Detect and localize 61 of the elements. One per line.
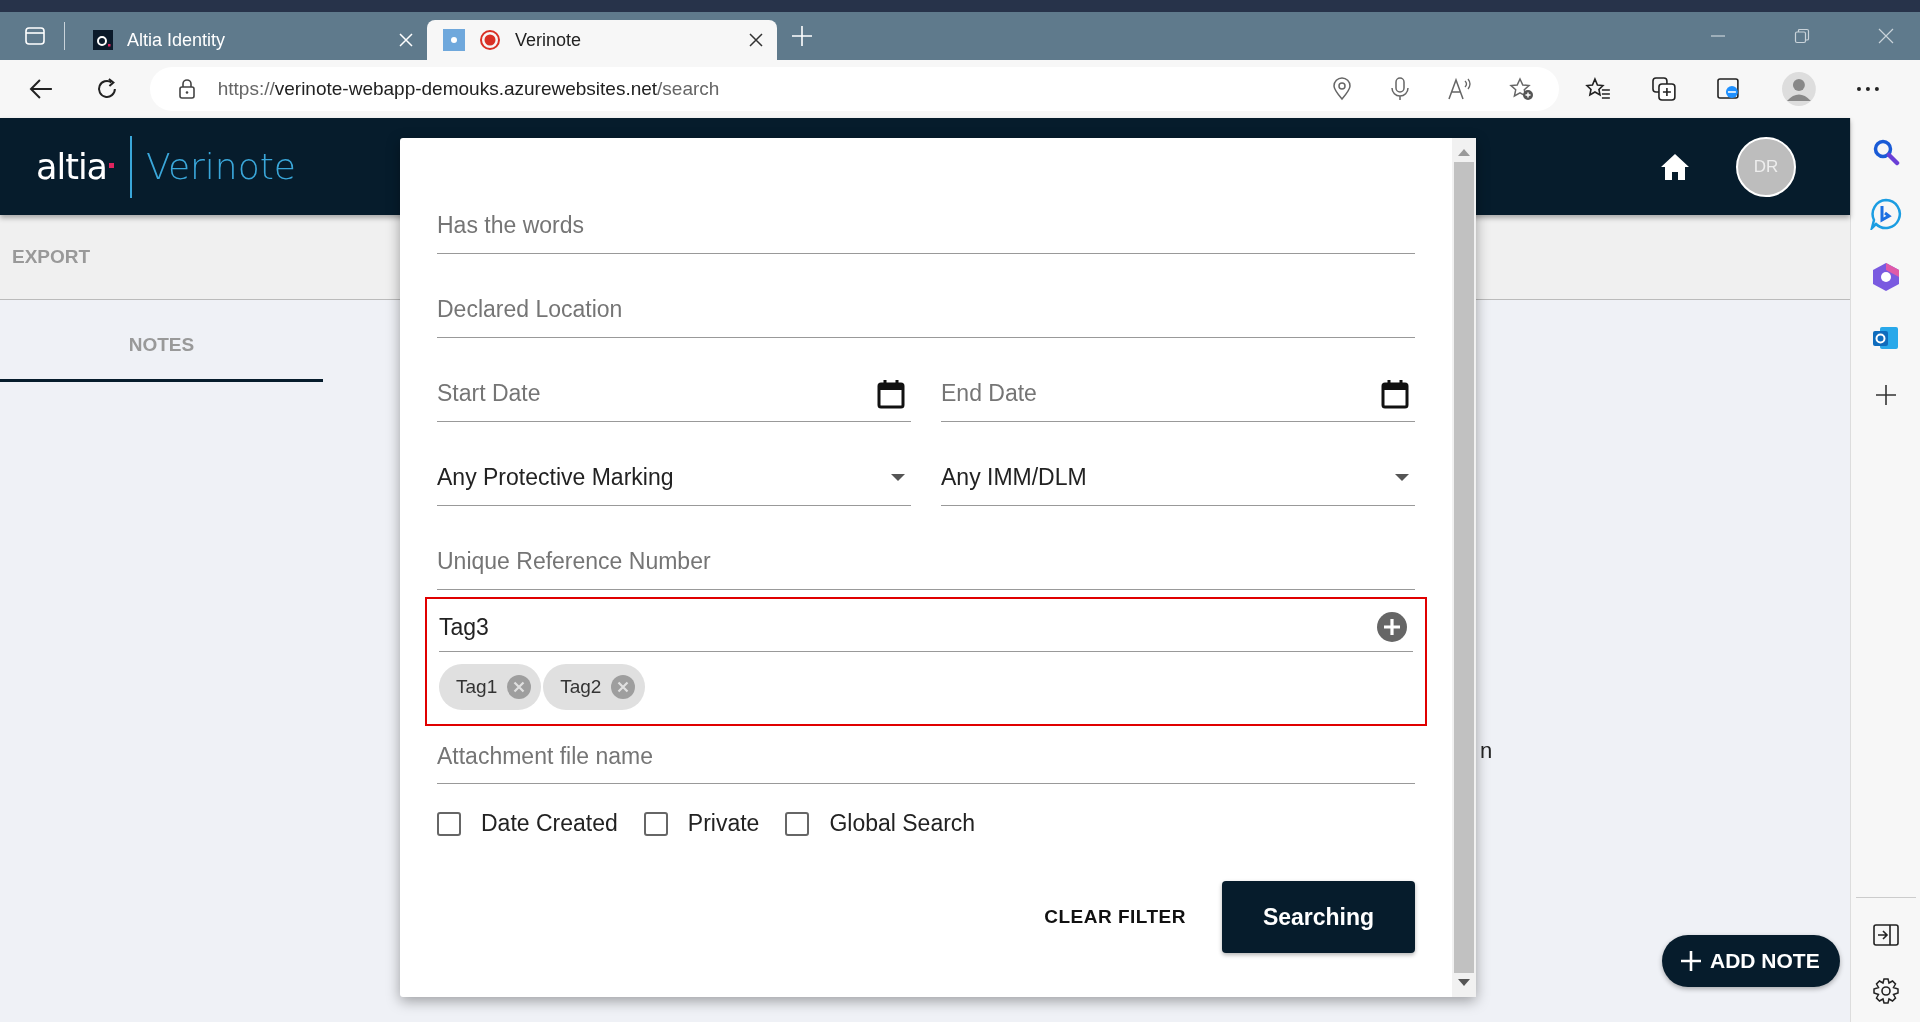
dropdown-field[interactable]: Any IMM/DLM — [941, 454, 1415, 506]
location-pin-icon[interactable] — [1330, 77, 1353, 101]
caret-down-icon — [891, 473, 905, 482]
lock-icon — [177, 79, 196, 99]
more-icon[interactable] — [1856, 85, 1880, 93]
scrollbar[interactable] — [1452, 138, 1476, 997]
calendar-icon[interactable] — [1381, 378, 1409, 409]
url-text: https://verinote-webapp-demouks.azurewebsites.net/search — [217, 78, 720, 100]
profile-avatar-icon[interactable] — [1782, 72, 1817, 106]
tag-label: Tag2 — [560, 676, 602, 698]
search-button[interactable]: Searching — [1222, 881, 1415, 953]
add-circle-icon[interactable] — [1377, 612, 1407, 642]
search-icon[interactable] — [1871, 138, 1900, 166]
tag-chip[interactable]: Tag2 — [543, 664, 646, 710]
product-name: Verinote — [146, 146, 296, 187]
input-field[interactable]: Declared Location — [437, 286, 1415, 338]
restore-icon[interactable] — [1794, 28, 1810, 44]
sidebar-toggle-icon[interactable] — [1872, 924, 1899, 946]
hexagon-app-icon[interactable] — [1871, 262, 1900, 292]
scroll-down-icon[interactable] — [1458, 979, 1470, 987]
dropdown-field[interactable]: Any Protective Marking — [437, 454, 911, 506]
mail-app-icon[interactable] — [1871, 324, 1900, 352]
checkbox-label: Private — [687, 810, 760, 837]
input-field[interactable]: Unique Reference Number — [437, 538, 1415, 590]
background-text: n — [1480, 738, 1493, 764]
collections-icon[interactable] — [1650, 76, 1677, 102]
tab-actions-icon[interactable] — [24, 25, 46, 47]
browser-tab[interactable]: Altia Identity — [77, 20, 427, 60]
checkbox-label: Global Search — [829, 810, 976, 837]
checkbox-label: Date Created — [481, 810, 618, 837]
microphone-icon[interactable] — [1388, 77, 1411, 101]
home-icon[interactable] — [1660, 152, 1690, 181]
site-icon — [93, 30, 113, 50]
tag-label: Tag1 — [456, 676, 498, 698]
checkbox[interactable] — [437, 811, 461, 836]
caret-down-icon — [1395, 473, 1409, 482]
clear-filter-button[interactable]: CLEAR FILTER — [1036, 898, 1194, 936]
chat-bubble-icon[interactable] — [1869, 198, 1902, 230]
recording-icon — [479, 29, 501, 51]
address-field[interactable]: https://verinote-webapp-demouks.azurewebsites.net/search — [149, 67, 1559, 111]
read-aloud-icon[interactable] — [1446, 77, 1473, 101]
new-tab-icon[interactable] — [791, 25, 813, 47]
tag-chip[interactable]: Tag1 — [439, 664, 542, 710]
checkbox[interactable] — [785, 811, 810, 836]
add-favorite-icon[interactable] — [1508, 77, 1535, 101]
date-field[interactable]: End Date — [941, 370, 1415, 422]
favorites-icon[interactable] — [1584, 77, 1611, 101]
brand-logo: altia — [36, 146, 108, 187]
browser-tab[interactable]: Verinote — [427, 20, 777, 60]
input-field[interactable]: Attachment file name — [437, 734, 1415, 784]
site-icon — [443, 29, 465, 51]
date-field[interactable]: Start Date — [437, 370, 911, 422]
tag-input-field[interactable]: Tag3 — [439, 607, 1413, 652]
calendar-icon[interactable] — [877, 378, 905, 409]
add-note-button[interactable]: ADD NOTE — [1662, 935, 1840, 987]
plus-icon[interactable] — [1874, 384, 1897, 406]
close-icon[interactable] — [749, 33, 763, 47]
checkbox[interactable] — [643, 811, 668, 836]
plus-icon — [1680, 950, 1702, 972]
settings-icon[interactable] — [1872, 978, 1899, 1004]
input-field[interactable]: Has the words — [437, 202, 1415, 254]
